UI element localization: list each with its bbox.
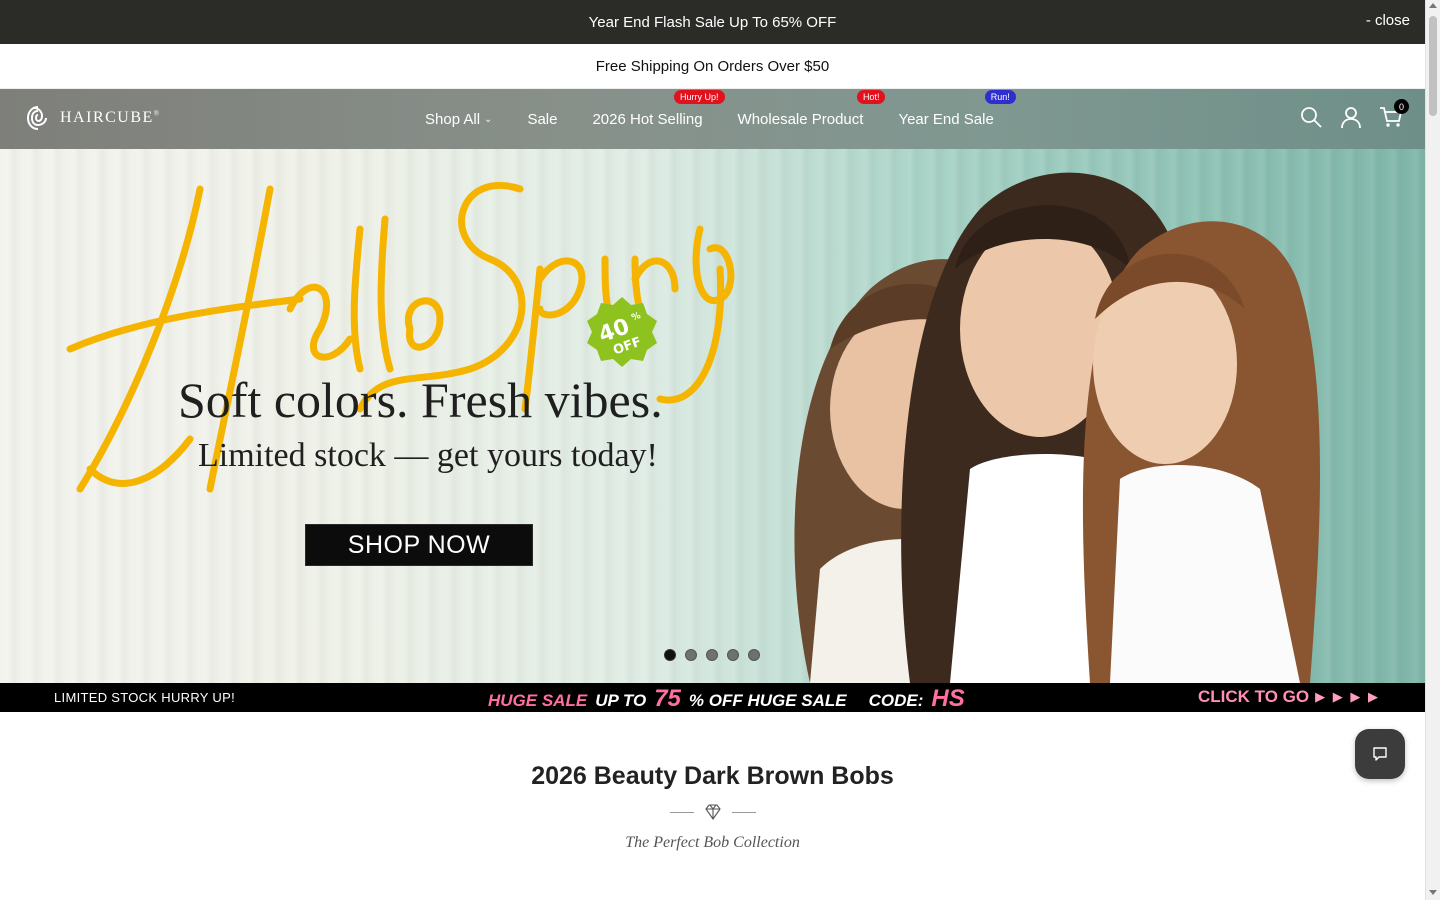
slide-dot[interactable] [727, 649, 739, 661]
slide-dot[interactable] [685, 649, 697, 661]
divider-line [732, 811, 756, 813]
scroll-down-arrow-icon[interactable] [1429, 890, 1437, 895]
slide-indicators [664, 649, 760, 661]
cart-icon[interactable]: 0 [1379, 99, 1409, 129]
chat-button[interactable] [1355, 729, 1405, 779]
logo-text: HAIRCUBE® [60, 109, 161, 126]
promo-strip[interactable]: LIMITED STOCK HURRY UP! HUGE SALE UP TO … [0, 683, 1425, 712]
nav-badge-hot: Hot! [856, 89, 886, 104]
section-title: 2026 Beauty Dark Brown Bobs [531, 762, 894, 790]
promo-code: HS [931, 685, 965, 712]
section-divider [670, 802, 756, 822]
promo-center: HUGE SALE UP TO 75 % OFF HUGE SALE CODE:… [488, 685, 965, 713]
site-header: HAIRCUBE® Shop All ⌄ Sale 2026 Hot Selli… [0, 89, 1425, 149]
promo-huge-sale: HUGE SALE [488, 691, 588, 710]
promo-left-text: LIMITED STOCK HURRY UP! [54, 690, 235, 705]
nav-item-wholesale[interactable]: Wholesale Product Hot! [737, 89, 886, 128]
hero-models-image [794, 172, 1320, 683]
divider-line [670, 811, 694, 813]
hero-subline: Limited stock — get yours today! [198, 437, 658, 474]
scrollbar-thumb[interactable] [1429, 16, 1437, 116]
announcement-text: Year End Flash Sale Up To 65% OFF [588, 13, 837, 31]
main-nav: Shop All ⌄ Sale 2026 Hot Selling Hurry U… [425, 89, 1029, 149]
site-logo[interactable]: HAIRCUBE® [24, 104, 161, 132]
shipping-bar: Free Shipping On Orders Over $50 [0, 44, 1425, 89]
shipping-text: Free Shipping On Orders Over $50 [595, 57, 830, 75]
diamond-icon [705, 804, 721, 820]
nav-badge-hurry: Hurry Up! [674, 89, 725, 104]
logo-icon [26, 106, 47, 130]
chat-icon [1373, 747, 1387, 761]
nav-badge-run: Run! [984, 89, 1016, 104]
promo-cta-label: CLICK TO GO [1198, 687, 1310, 706]
cart-count-badge: 0 [1394, 99, 1409, 114]
promo-percent: 75 [654, 685, 681, 712]
nav-item-label: 2026 Hot Selling [592, 110, 703, 128]
slide-dot[interactable] [664, 649, 676, 661]
nav-item-label: Wholesale Product [737, 110, 864, 128]
search-icon[interactable] [1299, 105, 1323, 129]
account-icon[interactable] [1339, 105, 1363, 129]
discount-badge-graphic: 40 % OFF [587, 297, 657, 367]
promo-up-to: UP TO [595, 691, 647, 710]
nav-item-hot-selling[interactable]: 2026 Hot Selling Hurry Up! [592, 89, 725, 128]
promo-click-to-go[interactable]: CLICK TO GO ▶ ▶ ▶ ▶ [1198, 687, 1380, 707]
promo-off-text: % OFF HUGE SALE [688, 691, 847, 710]
nav-item-label: Shop All [425, 110, 481, 128]
page-scrollbar[interactable] [1425, 0, 1440, 900]
nav-item-sale[interactable]: Sale [527, 111, 557, 128]
announcement-close-button[interactable]: - close [1366, 12, 1410, 29]
scroll-up-arrow-icon[interactable] [1429, 3, 1437, 8]
nav-item-label: Year End Sale [898, 110, 994, 128]
hero-headline: Soft colors. Fresh vibes. [178, 372, 663, 428]
promo-code-label: CODE: [868, 691, 924, 710]
hero-banner[interactable]: 40 % OFF Soft colors. Fresh vibes. Limit… [0, 149, 1425, 683]
slide-dot[interactable] [706, 649, 718, 661]
arrow-right-icon: ▶ ▶ ▶ ▶ [1315, 689, 1380, 704]
nav-item-shop-all[interactable]: Shop All ⌄ [425, 111, 492, 128]
chevron-down-icon: ⌄ [484, 113, 493, 125]
nav-item-year-end-sale[interactable]: Year End Sale Run! [898, 89, 1016, 128]
slide-dot[interactable] [748, 649, 760, 661]
nav-item-label: Sale [527, 110, 558, 128]
section-subtitle: The Perfect Bob Collection [625, 834, 800, 851]
shop-now-button[interactable]: SHOP NOW [305, 524, 533, 566]
header-actions: 0 [1299, 99, 1409, 129]
announcement-bar: Year End Flash Sale Up To 65% OFF - clos… [0, 0, 1425, 44]
